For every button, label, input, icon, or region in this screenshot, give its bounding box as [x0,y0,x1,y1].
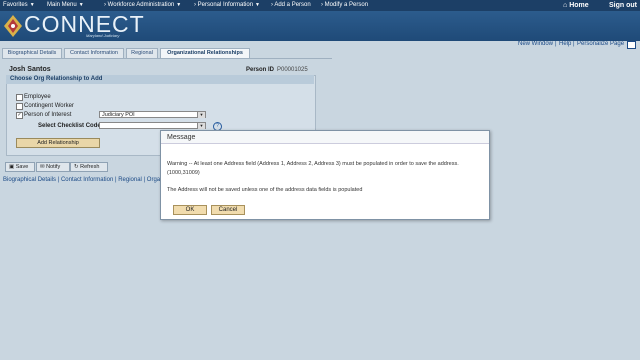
chevron-down-icon: ▼ [255,2,260,8]
checklist-code-select[interactable]: ▼ [99,122,206,129]
main-menu[interactable]: Main Menu ▼ [47,2,84,8]
person-id-value: P00001025 [277,67,308,73]
person-of-interest-label: Person of Interest [24,112,72,118]
breadcrumb-separator-icon: › [271,2,273,8]
chevron-down-icon: ▼ [78,2,84,8]
warning-detail: The Address will not be saved unless one… [167,187,363,193]
link-separator: | [57,177,60,183]
help-link[interactable]: Help [559,41,571,47]
dialog-title: Message [161,131,489,144]
bottom-page-links: Biographical Details | Contact Informati… [3,177,165,183]
connect-subtitle: Maryland Judiciary [86,33,120,38]
bottom-link-biographical[interactable]: Biographical Details [3,177,56,183]
top-navigation-bar: Favorites ▼ Main Menu ▼ › Workforce Admini… [0,0,640,11]
message-dialog: Message Warning -- At least one Address … [160,130,490,220]
chevron-down-icon: ▼ [29,2,35,8]
util-separator: | [555,41,557,47]
notify-button[interactable]: ✉ Notify [36,162,70,172]
tab-divider [2,58,332,59]
page-options-icon[interactable] [627,41,636,49]
breadcrumb-modify-a-person[interactable]: › Modify a Person [321,2,368,8]
poi-type-select[interactable]: Judiciary POI ▼ [99,111,206,118]
warning-text: Warning -- At least one Address field (A… [167,161,459,167]
contingent-worker-checkbox[interactable] [16,103,23,110]
link-separator: | [114,177,117,183]
bottom-link-regional[interactable]: Regional [118,177,142,183]
save-button[interactable]: ▣ Save [5,162,35,172]
new-window-link[interactable]: New Window [518,41,553,47]
cancel-button[interactable]: Cancel [211,205,245,215]
save-icon: ▣ [9,164,15,170]
dropdown-arrow-icon[interactable]: ▼ [197,123,205,129]
section-title: Choose Org Relationship to Add [6,75,314,84]
employee-checkbox[interactable] [16,94,23,101]
person-id-label: Person ID [246,67,275,73]
breadcrumb-separator-icon: › [194,2,196,8]
breadcrumb-add-a-person[interactable]: › Add a Person [271,2,311,8]
refresh-button[interactable]: ↻ Refresh [70,162,108,172]
breadcrumb-workforce-administration[interactable]: › Workforce Administration ▼ [104,2,181,8]
util-separator: | [573,41,575,47]
breadcrumb-personal-information[interactable]: › Personal Information ▼ [194,2,260,8]
personalize-page-link[interactable]: Personalize Page [577,41,624,47]
home-link[interactable]: ⌂ Home [563,2,589,9]
sign-out-link[interactable]: Sign out [609,2,637,9]
ok-button[interactable]: OK [173,205,207,215]
home-icon: ⌂ [563,2,568,9]
checklist-code-label: Select Checklist Code [38,123,101,129]
employee-label: Employee [24,94,51,100]
refresh-icon: ↻ [74,164,79,170]
person-name: Josh Santos [9,66,51,73]
maryland-logo-icon [4,15,22,37]
breadcrumb-separator-icon: › [321,2,323,8]
dropdown-arrow-icon[interactable]: ▼ [197,112,205,118]
poi-type-value: Judiciary POI [102,112,135,118]
connect-logo: CONNECT [24,11,145,37]
link-separator: | [143,177,146,183]
warning-code: (1000,31009) [167,170,200,176]
bottom-link-contact[interactable]: Contact Information [61,177,113,183]
chevron-down-icon: ▼ [176,2,182,8]
contingent-worker-label: Contingent Worker [24,103,74,109]
person-of-interest-checkbox[interactable]: ✓ [16,112,23,119]
favorites-menu[interactable]: Favorites ▼ [3,2,35,8]
breadcrumb-separator-icon: › [104,2,106,8]
checkmark-icon: ✓ [17,112,22,118]
add-relationship-button[interactable]: Add Relationship [16,138,100,148]
notify-icon: ✉ [40,164,45,170]
